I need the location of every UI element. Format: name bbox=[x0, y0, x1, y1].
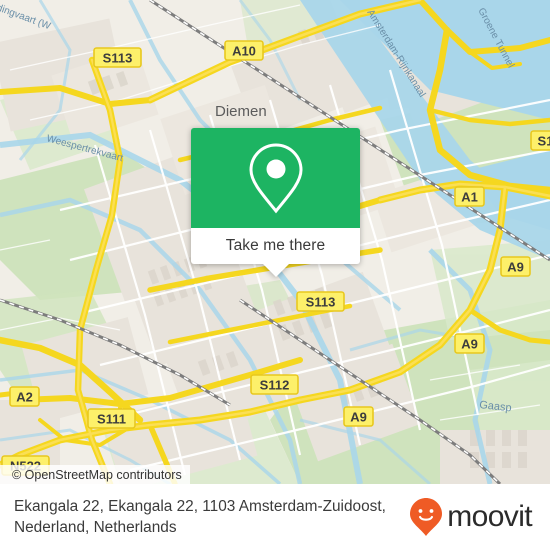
attribution-text: © OpenStreetMap contributors bbox=[12, 467, 182, 482]
address-text: Ekangala 22, Ekangala 22, 1103 Amsterdam… bbox=[14, 498, 386, 536]
road-shield-label: S113 bbox=[306, 294, 336, 309]
road-shield-label: S1 bbox=[538, 133, 550, 148]
road-shield: A2 bbox=[9, 386, 40, 407]
road-shield-label: S111 bbox=[97, 411, 126, 426]
road-shield-label: S113 bbox=[103, 50, 133, 65]
road-shield: A1 bbox=[454, 186, 485, 207]
road-shield: S111 bbox=[87, 408, 136, 429]
moovit-logo[interactable]: moovit bbox=[409, 497, 536, 537]
popup-action[interactable]: Take me there bbox=[191, 228, 360, 277]
road-shield-label: A10 bbox=[232, 43, 256, 58]
map-attribution[interactable]: © OpenStreetMap contributors bbox=[0, 465, 190, 484]
road-shield: A9 bbox=[454, 333, 485, 354]
map-place-label: Diemen bbox=[215, 103, 267, 120]
map-pin-icon bbox=[248, 143, 303, 214]
road-shield: A9 bbox=[343, 406, 374, 427]
map-screen: Amsterdam-Rijnkanaal Groene Tunnel Weesper… bbox=[0, 0, 550, 550]
location-popup[interactable]: Take me there bbox=[191, 128, 360, 277]
road-shield: S113 bbox=[296, 291, 345, 312]
road-shield: S113 bbox=[93, 47, 142, 68]
popup-header bbox=[191, 128, 360, 228]
road-shield-label: A1 bbox=[461, 189, 478, 204]
road-shield-label: A9 bbox=[461, 336, 478, 351]
moovit-wordmark: moovit bbox=[447, 500, 532, 533]
road-shield-label: A9 bbox=[350, 409, 367, 424]
road-shield-label: S112 bbox=[260, 377, 290, 392]
footer-bar: Ekangala 22, Ekangala 22, 1103 Amsterdam… bbox=[0, 484, 550, 550]
moovit-pin-icon bbox=[410, 498, 443, 536]
take-me-there-label: Take me there bbox=[225, 237, 326, 254]
road-shield-label: A2 bbox=[16, 389, 33, 404]
popup-pointer bbox=[262, 264, 289, 277]
road-shield: S112 bbox=[250, 374, 299, 395]
road-shield: A9 bbox=[500, 256, 531, 277]
map-canvas[interactable]: Amsterdam-Rijnkanaal Groene Tunnel Weesper… bbox=[0, 0, 550, 484]
road-shield: A10 bbox=[224, 40, 264, 61]
road-shield-label: A9 bbox=[507, 259, 524, 274]
road-shield: S1 bbox=[530, 130, 550, 151]
